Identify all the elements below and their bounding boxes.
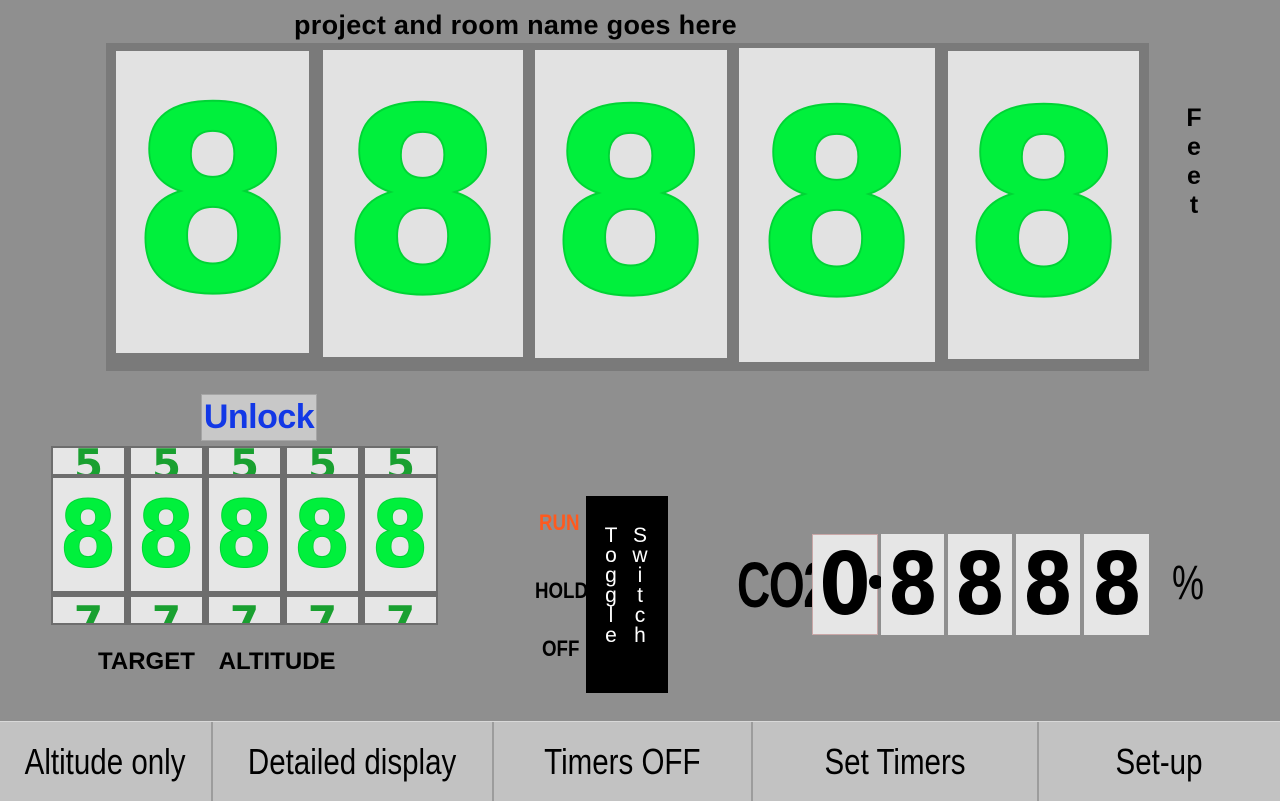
target-digit: 8 xyxy=(209,478,280,591)
altitude-unit-label: F e e t xyxy=(1184,104,1204,220)
target-digit-next: 7 xyxy=(131,597,202,623)
target-digit-prev: 5 xyxy=(209,448,280,474)
target-altitude-roller: 5 8 7 5 8 7 5 8 7 5 8 7 5 8 7 xyxy=(51,446,438,625)
co2-digit-3: 8 xyxy=(948,534,1012,635)
target-digit-column[interactable]: 5 8 7 xyxy=(129,446,204,625)
co2-digit-4: 8 xyxy=(1016,534,1080,635)
target-digit-column[interactable]: 5 8 7 xyxy=(363,446,438,625)
target-digit-prev: 5 xyxy=(287,448,358,474)
target-digit-prev: 5 xyxy=(365,448,436,474)
target-digit-column[interactable]: 5 8 7 xyxy=(285,446,360,625)
run-position-label: RUN xyxy=(539,510,580,535)
co2-percent-unit: % xyxy=(1172,557,1205,610)
feet-letter: t xyxy=(1189,191,1199,219)
feet-letter: e xyxy=(1187,162,1201,190)
hold-position-label: HOLD xyxy=(535,578,588,603)
switch-word: Switch xyxy=(632,524,648,647)
target-digit-next: 7 xyxy=(53,597,124,623)
off-position-label: OFF xyxy=(542,636,580,661)
timers-off-button[interactable]: Timers OFF xyxy=(494,722,753,801)
toggle-word: Toggle xyxy=(604,524,618,647)
target-digit-column[interactable]: 5 8 7 xyxy=(207,446,282,625)
unlock-button[interactable]: Unlock xyxy=(201,394,317,441)
target-digit-column[interactable]: 5 8 7 xyxy=(51,446,126,625)
toggle-switch[interactable]: Toggle Switch xyxy=(586,496,668,693)
altitude-digit-3: 8 xyxy=(535,50,727,358)
target-digit-next: 7 xyxy=(209,597,280,623)
target-digit: 8 xyxy=(131,478,202,591)
set-timers-button[interactable]: Set Timers xyxy=(753,722,1039,801)
target-digit-next: 7 xyxy=(365,597,436,623)
setup-button[interactable]: Set-up xyxy=(1039,722,1280,801)
target-digit-next: 7 xyxy=(287,597,358,623)
altitude-digit-5: 8 xyxy=(948,51,1139,359)
target-digit-prev: 5 xyxy=(53,448,124,474)
altitude-only-button[interactable]: Altitude only xyxy=(0,722,213,801)
target-digit: 8 xyxy=(365,478,436,591)
feet-letter: e xyxy=(1187,133,1201,161)
altitude-digit-1: 8 xyxy=(116,51,309,353)
altitude-digit-2: 8 xyxy=(323,50,523,357)
detailed-display-button[interactable]: Detailed display xyxy=(213,722,494,801)
altitude-digit-4: 8 xyxy=(739,48,935,362)
target-digit: 8 xyxy=(53,478,124,591)
feet-letter: F xyxy=(1186,104,1202,132)
co2-digit-1: 0 xyxy=(812,534,878,635)
project-room-title: project and room name goes here xyxy=(294,10,737,40)
target-altitude-label: TARGET ALTITUDE xyxy=(98,648,336,675)
co2-digit-5: 8 xyxy=(1084,534,1149,635)
bottom-button-bar: Altitude only Detailed display Timers OF… xyxy=(0,721,1280,801)
target-digit-prev: 5 xyxy=(131,448,202,474)
co2-digit-2: 8 xyxy=(881,534,944,635)
target-digit: 8 xyxy=(287,478,358,591)
